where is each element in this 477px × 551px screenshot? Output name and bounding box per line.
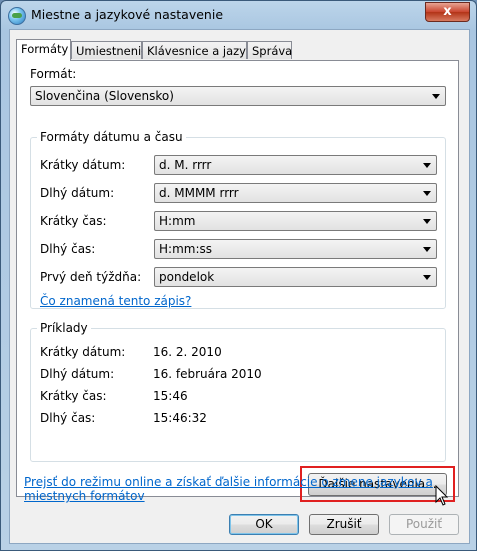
datetime-formats-group: Formáty dátumu a času Krátky dátum: d. M… [30,130,446,309]
short-time-select[interactable]: H:mm [154,211,437,231]
long-date-value: d. MMMM rrrr [159,186,239,200]
short-date-select[interactable]: d. M. rrrr [154,155,437,175]
short-time-label: Krátky čas: [40,214,107,228]
example-long-time-value: 15:46:32 [153,411,207,425]
first-day-select[interactable]: pondelok [154,267,437,287]
chevron-down-icon [432,94,440,99]
long-date-label: Dlhý dátum: [40,186,115,200]
first-day-value: pondelok [159,270,215,284]
chevron-down-icon [423,219,431,224]
format-select-value: Slovenčina (Slovensko) [35,89,174,103]
long-time-value: H:mm:ss [159,242,212,256]
example-short-date-value: 16. 2. 2010 [153,345,222,359]
ok-button[interactable]: OK [229,514,299,535]
example-long-time-label: Dlhý čas: [40,411,96,425]
short-time-value: H:mm [159,214,196,228]
examples-group-title: Príklady [37,321,91,335]
tab-administrative[interactable]: Správa [247,41,292,59]
format-select[interactable]: Slovenčina (Slovensko) [30,86,446,106]
format-label: Formát: [30,67,77,81]
window-title: Miestne a jazykové nastavenie [31,7,224,22]
short-date-label: Krátky dátum: [40,158,126,172]
dialog-client-area: Formáty Umiestnenie Klávesnice a jazyky … [9,29,470,544]
apply-button[interactable]: Použiť [389,514,459,535]
dialog-window: Miestne a jazykové nastavenie x Formáty … [0,0,477,551]
close-button[interactable]: x [425,2,470,22]
chevron-down-icon [423,247,431,252]
long-date-select[interactable]: d. MMMM rrrr [154,183,437,203]
example-long-date-label: Dlhý dátum: [40,367,115,381]
title-bar[interactable]: Miestne a jazykové nastavenie x [1,1,476,29]
cancel-button[interactable]: Zrušiť [309,514,379,535]
tab-keyboards-languages[interactable]: Klávesnice a jazyky [142,41,259,59]
long-time-label: Dlhý čas: [40,242,96,256]
first-day-label: Prvý deň týždňa: [40,270,142,284]
formats-tab-panel: Formát: Slovenčina (Slovensko) Formáty d… [16,60,459,506]
example-short-time-value: 15:46 [153,389,188,403]
datetime-group-title: Formáty dátumu a času [37,130,186,144]
example-short-date-label: Krátky dátum: [40,345,126,359]
example-long-date-value: 16. februára 2010 [153,367,262,381]
chevron-down-icon [423,275,431,280]
chevron-down-icon [423,191,431,196]
short-date-value: d. M. rrrr [159,158,212,172]
notation-help-link[interactable]: Čo znamená tento zápis? [40,294,191,308]
globe-icon [8,7,26,25]
long-time-select[interactable]: H:mm:ss [154,239,437,259]
chevron-down-icon [423,163,431,168]
example-short-time-label: Krátky čas: [40,389,107,403]
tab-formats[interactable]: Formáty [16,39,71,61]
online-info-link[interactable]: Prejsť do režimu online a získať ďalšie … [24,475,454,503]
tab-location[interactable]: Umiestnenie [71,41,148,59]
examples-group: Príklady Krátky dátum: 16. 2. 2010 Dlhý … [30,321,446,462]
